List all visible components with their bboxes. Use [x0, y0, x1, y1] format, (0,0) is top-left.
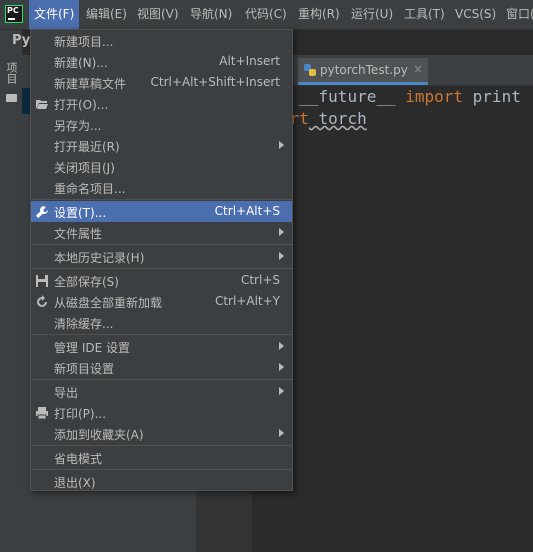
menu-item-label: 全部保存(S): [54, 275, 119, 289]
menu-item-label: 关闭项目(J): [54, 161, 115, 175]
menu-item-print[interactable]: 打印(P)...: [31, 402, 292, 423]
menu-item-label: 本地历史记录(H): [54, 251, 145, 265]
code-editor[interactable]: n __future__ import print ort torch: [252, 86, 533, 552]
menu-view[interactable]: 视图(V): [132, 0, 184, 29]
menu-item-label: 清除缓存...: [54, 317, 114, 331]
menu-item-manage-ide-settings[interactable]: 管理 IDE 设置: [31, 336, 292, 357]
submenu-arrow-icon: [279, 342, 284, 350]
menu-item-label: 新建项目...: [54, 35, 114, 49]
menu-separator: [32, 334, 293, 335]
menu-item-shortcut: Ctrl+S: [240, 273, 280, 287]
menu-item-label: 打开(O)...: [54, 98, 109, 112]
menu-item-save-as[interactable]: 另存为...: [31, 114, 292, 135]
code-line-1: n __future__ import print: [280, 87, 521, 106]
menu-vcs[interactable]: VCS(S): [450, 0, 501, 29]
editor-tab-pytorchtest[interactable]: pytorchTest.py ×: [298, 58, 428, 85]
menu-item-power-save-mode[interactable]: 省电模式: [31, 447, 292, 468]
menu-item-file-properties[interactable]: 文件属性: [31, 222, 292, 243]
pycharm-logo-icon: PC: [5, 5, 23, 23]
menu-item-shortcut: Ctrl+Alt+S: [214, 204, 280, 218]
identifier: print: [463, 87, 521, 106]
folder-icon: [6, 94, 17, 102]
menu-item-label: 文件属性: [54, 227, 103, 241]
menu-item-new-project-settings[interactable]: 新项目设置: [31, 357, 292, 378]
menu-item-label: 从磁盘全部重新加载: [54, 296, 163, 310]
project-selection-marker: [22, 88, 30, 114]
menu-item-label: 打开最近(R): [54, 140, 120, 154]
menu-item-label: 添加到收藏夹(A): [54, 428, 144, 442]
menu-item-local-history[interactable]: 本地历史记录(H): [31, 246, 292, 267]
menu-item-new-scratch-file[interactable]: 新建草稿文件 Ctrl+Alt+Shift+Insert: [31, 72, 292, 93]
menu-item-shortcut: Ctrl+Alt+Y: [214, 294, 280, 308]
menu-item-label: 新项目设置: [54, 362, 115, 376]
menu-separator: [32, 199, 293, 200]
submenu-arrow-icon: [279, 141, 284, 149]
menu-separator: [32, 445, 293, 446]
file-menu-dropdown: 新建项目... 新建(N)... Alt+Insert 新建草稿文件 Ctrl+Al…: [30, 29, 293, 491]
menu-item-settings[interactable]: 设置(T)... Ctrl+Alt+S: [31, 201, 292, 222]
submenu-arrow-icon: [279, 252, 284, 260]
menu-item-close-project[interactable]: 关闭项目(J): [31, 156, 292, 177]
python-file-icon: [304, 64, 316, 76]
menu-item-shortcut: Alt+Insert: [219, 54, 280, 68]
menu-item-save-all[interactable]: 全部保存(S) Ctrl+S: [31, 270, 292, 291]
menu-item-add-to-favorites[interactable]: 添加到收藏夹(A): [31, 423, 292, 444]
menu-separator: [32, 268, 293, 269]
menu-edit[interactable]: 编辑(E): [81, 0, 132, 29]
menu-separator: [32, 469, 293, 470]
menu-item-label: 打印(P)...: [54, 407, 107, 421]
wrench-icon: [36, 206, 48, 218]
keyword: import: [405, 87, 464, 106]
identifier: __future__: [289, 87, 406, 106]
menu-item-new-project[interactable]: 新建项目...: [31, 30, 292, 51]
submenu-arrow-icon: [279, 363, 284, 371]
menu-item-rename-project[interactable]: 重命名项目...: [31, 177, 292, 198]
menu-item-label: 设置(T)...: [54, 206, 107, 220]
menu-item-shortcut: Ctrl+Alt+Shift+Insert: [150, 75, 280, 89]
menu-code[interactable]: 代码(C): [240, 0, 292, 29]
menu-item-label: 新建草稿文件: [54, 77, 127, 91]
menu-bar: PC 文件(F) 编辑(E) 视图(V) 导航(N) 代码(C) 重构(R) 运…: [0, 0, 533, 30]
menu-item-open[interactable]: 打开(O)...: [31, 93, 292, 114]
menu-navigate[interactable]: 导航(N): [185, 0, 237, 29]
menu-window[interactable]: 窗口(: [501, 0, 533, 29]
submenu-arrow-icon: [279, 228, 284, 236]
menu-separator: [32, 244, 293, 245]
menu-separator: [32, 379, 293, 380]
editor-tab-label: pytorchTest.py: [320, 63, 408, 77]
menu-item-new[interactable]: 新建(N)... Alt+Insert: [31, 51, 292, 72]
menu-file[interactable]: 文件(F): [29, 0, 80, 29]
menu-item-open-recent[interactable]: 打开最近(R): [31, 135, 292, 156]
menu-refactor[interactable]: 重构(R): [293, 0, 345, 29]
folder-open-icon: [36, 100, 48, 109]
printer-icon: [36, 407, 48, 420]
save-icon: [36, 275, 48, 287]
submenu-arrow-icon: [279, 387, 284, 395]
tool-tab-project[interactable]: 项目: [3, 62, 19, 122]
menu-run[interactable]: 运行(U): [346, 0, 398, 29]
menu-item-label: 重命名项目...: [54, 182, 126, 196]
menu-item-label: 另存为...: [54, 119, 102, 133]
menu-tools[interactable]: 工具(T): [399, 0, 450, 29]
menu-item-label: 退出(X): [54, 476, 96, 490]
menu-item-invalidate-caches[interactable]: 清除缓存...: [31, 312, 292, 333]
menu-item-exit[interactable]: 退出(X): [31, 471, 292, 492]
identifier: torch: [308, 109, 367, 128]
menu-item-export[interactable]: 导出: [31, 381, 292, 402]
menu-item-label: 管理 IDE 设置: [54, 341, 130, 355]
submenu-arrow-icon: [279, 429, 284, 437]
close-tab-icon[interactable]: ×: [413, 62, 423, 76]
menu-item-label: 导出: [54, 386, 79, 400]
reload-icon: [37, 295, 47, 307]
code-line-2: ort torch: [280, 109, 367, 128]
logo-text: PC: [7, 6, 19, 15]
menu-item-label: 省电模式: [54, 452, 103, 466]
menu-item-label: 新建(N)...: [54, 56, 108, 70]
menu-item-reload-all[interactable]: 从磁盘全部重新加载 Ctrl+Alt+Y: [31, 291, 292, 312]
